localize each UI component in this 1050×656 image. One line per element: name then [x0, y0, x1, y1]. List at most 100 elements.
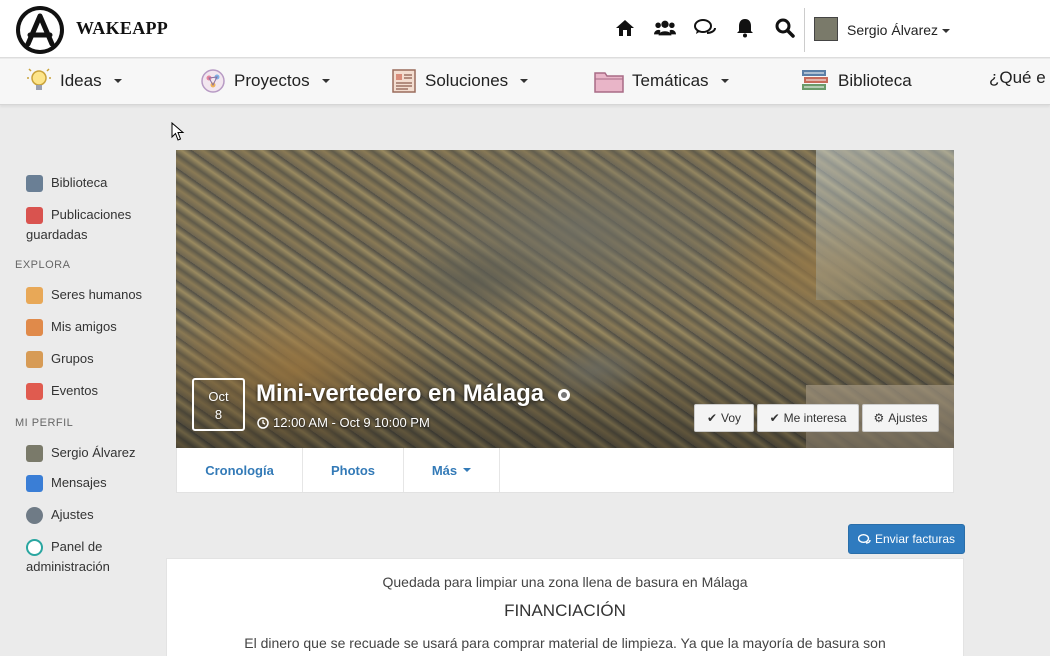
event-settings-button[interactable]: ⚙ Ajustes — [862, 404, 939, 432]
send-invoices-label: Enviar facturas — [874, 532, 956, 546]
globe-icon — [557, 388, 570, 401]
financing-paragraph: El dinero que se recuade se usará para c… — [244, 635, 886, 651]
top-nav-icons — [614, 17, 796, 39]
sidebar-item-mis-amigos[interactable]: Mis amigos — [26, 317, 117, 337]
menu-label-que-es: ¿Qué e — [989, 68, 1046, 87]
menu-label-tematicas: Temáticas — [632, 71, 709, 90]
calendar-icon — [26, 383, 43, 400]
people-icon — [26, 287, 43, 304]
menu-label-soluciones: Soluciones — [425, 71, 509, 90]
going-label: Voy — [721, 411, 742, 425]
interested-button[interactable]: ✔ Me interesa — [757, 404, 859, 432]
event-cover-photo: Oct 8 Mini-vertedero en Málaga 12:00 AM … — [176, 150, 954, 448]
sidebar-label-seres-humanos: Seres humanos — [51, 287, 143, 302]
sidebar-label-mis-amigos: Mis amigos — [51, 319, 117, 334]
brand-name[interactable]: WAKEAPP — [76, 18, 168, 39]
event-tabs: Cronología Photos Más — [176, 448, 954, 493]
event-time-text: 12:00 AM - Oct 9 10:00 PM — [273, 415, 430, 430]
menu-item-tematicas[interactable]: Temáticas — [594, 68, 729, 94]
event-title-text: Mini-vertedero en Málaga — [256, 380, 545, 407]
menu-item-que-es[interactable]: ¿Qué e — [989, 68, 1046, 88]
sidebar-item-panel-admin[interactable]: Panel de — [26, 537, 102, 557]
gear-icon: ⚙ — [873, 411, 885, 425]
menu-label-proyectos: Proyectos — [234, 71, 310, 90]
sidebar-item-publicaciones-guardadas[interactable]: Publicaciones — [26, 205, 131, 225]
chevron-down-icon — [520, 79, 529, 83]
sidebar-heading-explora: EXPLORA — [15, 259, 71, 271]
sidebar-item-administracion[interactable]: administración — [26, 557, 110, 577]
tab-photos-label: Photos — [330, 462, 376, 478]
sidebar-item-mensajes[interactable]: Mensajes — [26, 473, 107, 493]
friends-icon — [26, 319, 43, 336]
sidebar-item-biblioteca[interactable]: Biblioteca — [26, 173, 107, 193]
dashboard-gauge-icon — [26, 539, 43, 556]
interested-label: Me interesa — [783, 411, 847, 425]
search-icon[interactable] — [774, 17, 796, 39]
sidebar-item-seres-humanos[interactable]: Seres humanos — [26, 285, 142, 305]
event-description: Quedada para limpiar una zona llena de b… — [382, 574, 748, 590]
profile-avatar-icon — [26, 445, 43, 462]
menu-item-soluciones[interactable]: Soluciones — [391, 68, 529, 94]
chevron-down-icon — [463, 468, 472, 472]
event-month: Oct — [208, 389, 229, 404]
chevron-down-icon — [113, 79, 122, 83]
chat-bubbles-icon[interactable] — [694, 17, 716, 39]
sidebar-item-guardadas[interactable]: guardadas — [26, 225, 87, 245]
chevron-down-icon — [942, 29, 951, 34]
mouse-cursor-icon — [171, 122, 185, 141]
cover-sky-area — [816, 150, 954, 300]
anarchy-a-icon — [25, 13, 55, 47]
top-divider — [804, 8, 805, 52]
going-button[interactable]: ✔ Voy — [694, 404, 754, 432]
main-menu-bar: Ideas Proyectos Soluciones Temáticas Bib… — [0, 59, 1050, 105]
tab-photos[interactable]: Photos — [303, 448, 404, 492]
sidebar-heading-mi-perfil: MI PERFIL — [15, 417, 74, 429]
top-navbar: WAKEAPP Sergio Álvarez — [0, 0, 1050, 58]
send-invoices-button[interactable]: Enviar facturas — [848, 524, 965, 554]
sidebar-item-grupos[interactable]: Grupos — [26, 349, 94, 369]
check-icon: ✔ — [706, 411, 718, 425]
event-description-panel: Quedada para limpiar una zona llena de b… — [166, 558, 964, 656]
user-menu[interactable]: Sergio Álvarez — [847, 22, 951, 38]
folder-icon — [594, 68, 624, 94]
users-icon[interactable] — [654, 17, 676, 39]
menu-item-proyectos[interactable]: Proyectos — [200, 68, 330, 94]
gear-icon — [26, 507, 43, 524]
sidebar-label-perfil: Sergio Álvarez — [51, 445, 136, 460]
sidebar-label-mensajes: Mensajes — [51, 475, 107, 490]
sidebar-label-guardadas: guardadas — [26, 227, 88, 242]
event-day: 8 — [214, 407, 223, 422]
sidebar-label-ajustes: Ajustes — [51, 507, 94, 522]
chevron-down-icon — [720, 79, 729, 83]
user-name: Sergio Álvarez — [847, 22, 939, 38]
bell-icon[interactable] — [734, 17, 756, 39]
floppy-disk-icon — [26, 207, 43, 224]
avatar[interactable] — [814, 17, 838, 41]
chat-bubbles-icon — [857, 533, 871, 544]
group-icon — [26, 351, 43, 368]
wakeapp-logo[interactable] — [16, 6, 64, 54]
sidebar-item-eventos[interactable]: Eventos — [26, 381, 98, 401]
tab-mas-label: Más — [431, 462, 458, 478]
books-icon — [800, 68, 830, 94]
tab-cronologia-label: Cronología — [205, 462, 274, 478]
document-list-icon — [391, 68, 417, 94]
sidebar-label-administracion: administración — [26, 559, 110, 574]
check-icon: ✔ — [769, 411, 780, 425]
section-title-financiacion: FINANCIACIÓN — [504, 601, 626, 620]
sidebar-label-publicaciones: Publicaciones — [51, 207, 132, 222]
sidebar-item-perfil[interactable]: Sergio Álvarez — [26, 443, 136, 463]
tab-cronologia[interactable]: Cronología — [177, 448, 303, 492]
sidebar-label-grupos: Grupos — [51, 351, 94, 366]
home-icon[interactable] — [614, 17, 636, 39]
tab-mas[interactable]: Más — [404, 448, 500, 492]
books-icon — [26, 175, 43, 192]
lightbulb-icon — [26, 68, 52, 94]
messages-icon — [26, 475, 43, 492]
event-time: 12:00 AM - Oct 9 10:00 PM — [257, 415, 430, 430]
menu-item-ideas[interactable]: Ideas — [26, 68, 122, 94]
sidebar-item-ajustes[interactable]: Ajustes — [26, 505, 94, 525]
menu-item-biblioteca[interactable]: Biblioteca — [800, 68, 912, 94]
sidebar-label-panel: Panel de — [51, 539, 103, 554]
menu-label-ideas: Ideas — [60, 71, 102, 90]
